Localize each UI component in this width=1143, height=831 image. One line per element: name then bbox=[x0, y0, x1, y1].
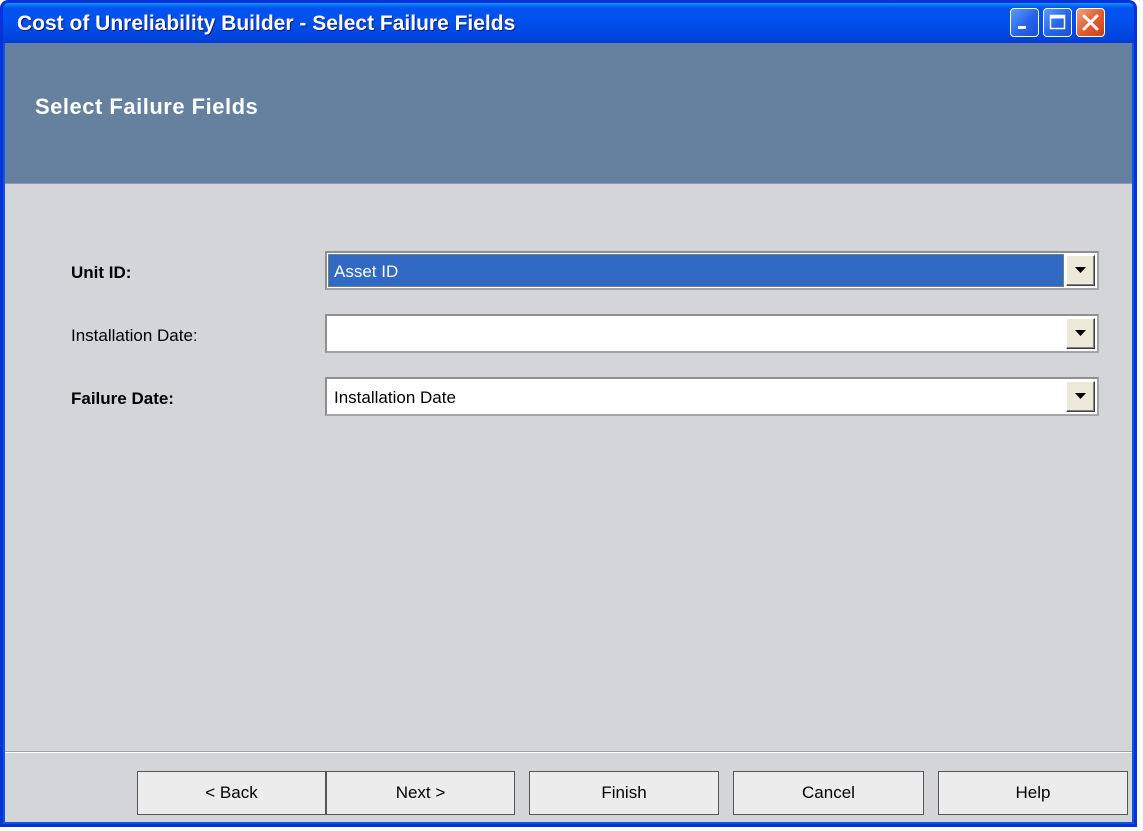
failure-date-label: Failure Date: bbox=[71, 389, 174, 408]
failure-date-dropdown-button[interactable] bbox=[1066, 381, 1095, 412]
next-button[interactable]: Next > bbox=[326, 771, 515, 815]
wizard-client-area: Select Failure Fields Unit ID: Asset ID … bbox=[5, 43, 1132, 822]
maximize-icon bbox=[1049, 14, 1066, 30]
finish-button[interactable]: Finish bbox=[529, 771, 719, 815]
wizard-header: Select Failure Fields bbox=[5, 43, 1132, 184]
unit-id-field[interactable]: Asset ID bbox=[328, 254, 1064, 287]
failure-date-value: Installation Date bbox=[334, 388, 456, 407]
installation-date-dropdown[interactable] bbox=[325, 314, 1099, 353]
chevron-down-icon bbox=[1075, 267, 1086, 273]
wizard-window: Cost of Unreliability Builder - Select F… bbox=[0, 0, 1137, 827]
failure-date-dropdown[interactable]: Installation Date bbox=[325, 377, 1099, 416]
installation-date-label: Installation Date: bbox=[71, 326, 198, 345]
unit-id-dropdown-button[interactable] bbox=[1066, 255, 1095, 286]
installation-date-field[interactable] bbox=[328, 317, 1064, 350]
footer-divider bbox=[5, 751, 1132, 753]
window-title: Cost of Unreliability Builder - Select F… bbox=[17, 12, 516, 35]
failure-date-field[interactable]: Installation Date bbox=[328, 380, 1064, 413]
back-button[interactable]: < Back bbox=[137, 771, 326, 815]
minimize-icon bbox=[1018, 26, 1026, 29]
chevron-down-icon bbox=[1075, 393, 1086, 399]
close-icon bbox=[1082, 14, 1099, 31]
unit-id-dropdown[interactable]: Asset ID bbox=[325, 251, 1099, 290]
minimize-button[interactable] bbox=[1010, 8, 1039, 37]
installation-date-dropdown-button[interactable] bbox=[1066, 318, 1095, 349]
title-bar[interactable]: Cost of Unreliability Builder - Select F… bbox=[3, 3, 1134, 43]
close-button[interactable] bbox=[1076, 8, 1105, 37]
page-title: Select Failure Fields bbox=[35, 94, 259, 119]
cancel-button[interactable]: Cancel bbox=[733, 771, 924, 815]
chevron-down-icon bbox=[1075, 330, 1086, 336]
unit-id-value: Asset ID bbox=[334, 262, 399, 281]
maximize-button[interactable] bbox=[1043, 8, 1072, 37]
help-button[interactable]: Help bbox=[938, 771, 1128, 815]
unit-id-label: Unit ID: bbox=[71, 263, 132, 282]
